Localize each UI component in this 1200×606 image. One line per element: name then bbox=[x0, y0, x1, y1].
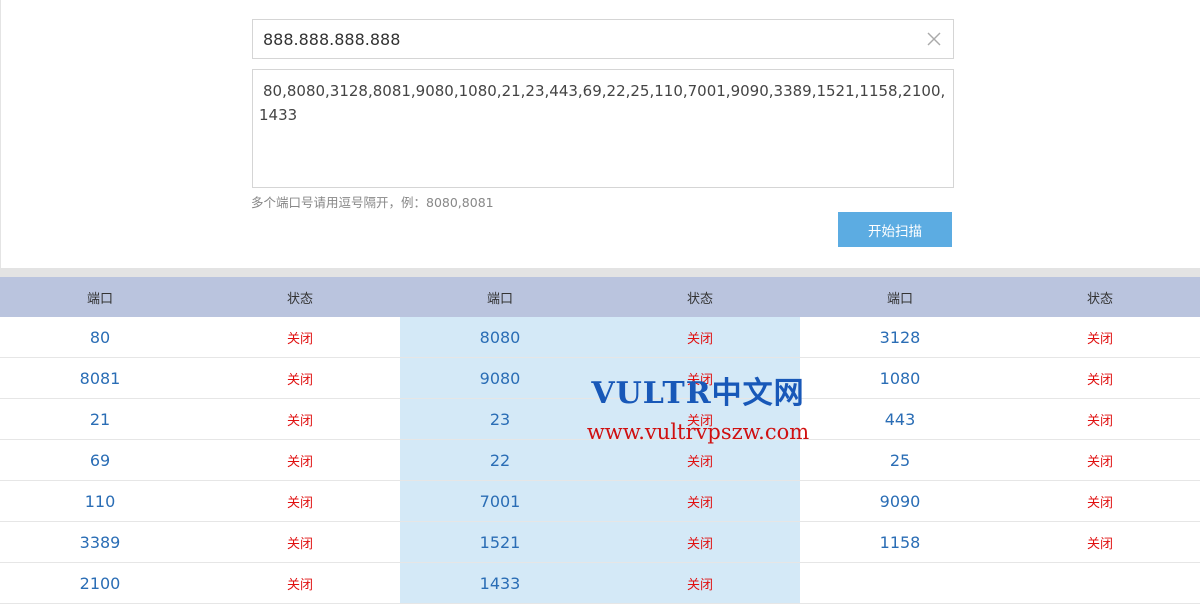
table-row: 8081 关闭 9080 关闭 1080 关闭 bbox=[0, 357, 1200, 399]
state-cell: 关闭 bbox=[600, 317, 800, 358]
state-cell bbox=[1000, 562, 1200, 604]
state-cell: 关闭 bbox=[200, 357, 400, 399]
table-row: 3389 关闭 1521 关闭 1158 关闭 bbox=[0, 521, 1200, 563]
table-row: 110 关闭 7001 关闭 9090 关闭 bbox=[0, 480, 1200, 522]
results-table: 端口 状态 端口 状态 端口 状态 80 关闭 8080 关闭 3128 关闭 … bbox=[0, 277, 1200, 604]
table-header-row: 端口 状态 端口 状态 端口 状态 bbox=[0, 277, 1200, 317]
table-row: 80 关闭 8080 关闭 3128 关闭 bbox=[0, 317, 1200, 358]
host-input[interactable] bbox=[253, 20, 923, 58]
header-port: 端口 bbox=[400, 277, 600, 317]
port-cell: 21 bbox=[0, 398, 200, 440]
state-cell: 关闭 bbox=[600, 480, 800, 522]
port-cell: 25 bbox=[800, 439, 1000, 481]
port-cell: 110 bbox=[0, 480, 200, 522]
state-cell: 关闭 bbox=[600, 398, 800, 440]
header-state: 状态 bbox=[600, 277, 800, 317]
port-cell: 23 bbox=[400, 398, 600, 440]
port-cell: 3128 bbox=[800, 317, 1000, 358]
port-cell bbox=[800, 562, 1000, 604]
port-cell: 1433 bbox=[400, 562, 600, 604]
header-state: 状态 bbox=[1000, 277, 1200, 317]
table-row: 21 关闭 23 关闭 443 关闭 bbox=[0, 398, 1200, 440]
state-cell: 关闭 bbox=[200, 317, 400, 358]
state-cell: 关闭 bbox=[200, 439, 400, 481]
port-cell: 9090 bbox=[800, 480, 1000, 522]
port-cell: 1158 bbox=[800, 521, 1000, 563]
section-divider bbox=[0, 268, 1200, 277]
ports-textarea[interactable]: 80,8080,3128,8081,9080,1080,21,23,443,69… bbox=[252, 69, 954, 188]
ports-hint: 多个端口号请用逗号隔开，例：8080,8081 bbox=[251, 195, 494, 210]
port-cell: 22 bbox=[400, 439, 600, 481]
state-cell: 关闭 bbox=[200, 521, 400, 563]
header-port: 端口 bbox=[800, 277, 1000, 317]
start-scan-button[interactable]: 开始扫描 bbox=[838, 212, 952, 247]
port-cell: 1080 bbox=[800, 357, 1000, 399]
state-cell: 关闭 bbox=[1000, 480, 1200, 522]
scan-form: 80,8080,3128,8081,9080,1080,21,23,443,69… bbox=[0, 0, 1200, 268]
header-port: 端口 bbox=[0, 277, 200, 317]
header-state: 状态 bbox=[200, 277, 400, 317]
port-cell: 80 bbox=[0, 317, 200, 358]
port-cell: 7001 bbox=[400, 480, 600, 522]
state-cell: 关闭 bbox=[600, 357, 800, 399]
state-cell: 关闭 bbox=[1000, 439, 1200, 481]
state-cell: 关闭 bbox=[1000, 398, 1200, 440]
close-icon[interactable] bbox=[925, 30, 943, 48]
state-cell: 关闭 bbox=[1000, 521, 1200, 563]
host-field-wrapper bbox=[252, 19, 954, 59]
state-cell: 关闭 bbox=[1000, 357, 1200, 399]
state-cell: 关闭 bbox=[600, 521, 800, 563]
port-cell: 9080 bbox=[400, 357, 600, 399]
state-cell: 关闭 bbox=[200, 562, 400, 604]
state-cell: 关闭 bbox=[1000, 317, 1200, 358]
port-cell: 443 bbox=[800, 398, 1000, 440]
port-cell: 2100 bbox=[0, 562, 200, 604]
port-cell: 8081 bbox=[0, 357, 200, 399]
port-cell: 69 bbox=[0, 439, 200, 481]
state-cell: 关闭 bbox=[200, 480, 400, 522]
port-cell: 8080 bbox=[400, 317, 600, 358]
table-row: 2100 关闭 1433 关闭 bbox=[0, 562, 1200, 604]
port-cell: 3389 bbox=[0, 521, 200, 563]
state-cell: 关闭 bbox=[600, 439, 800, 481]
state-cell: 关闭 bbox=[600, 562, 800, 604]
port-cell: 1521 bbox=[400, 521, 600, 563]
table-row: 69 关闭 22 关闭 25 关闭 bbox=[0, 439, 1200, 481]
state-cell: 关闭 bbox=[200, 398, 400, 440]
